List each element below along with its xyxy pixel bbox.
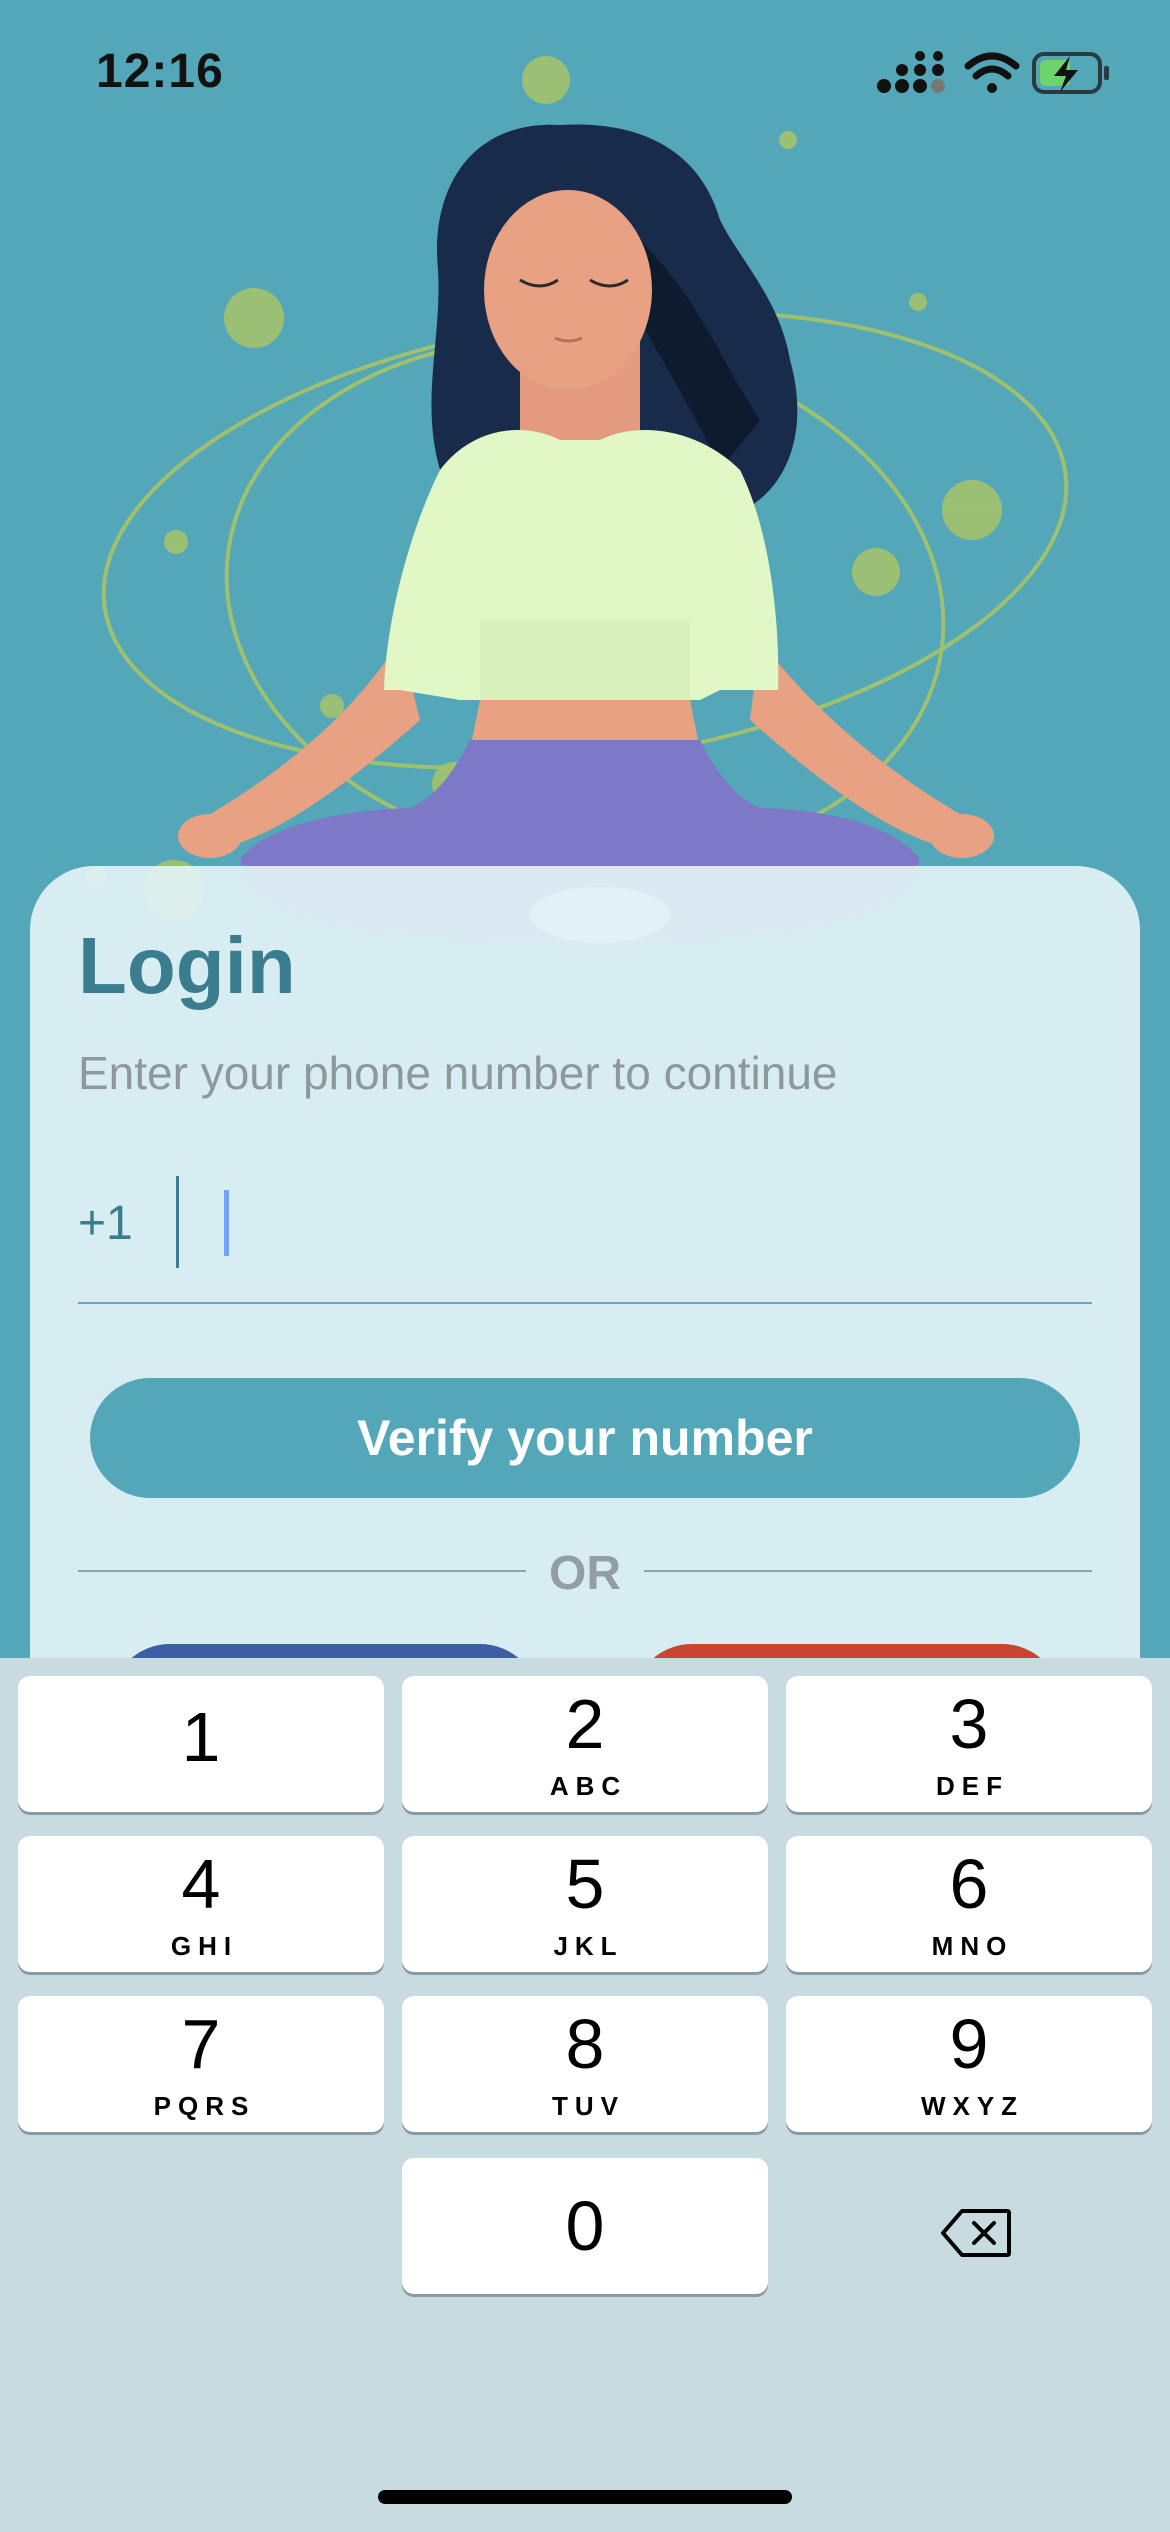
key-8[interactable]: 8 TUV bbox=[402, 1996, 768, 2132]
key-6[interactable]: 6 MNO bbox=[786, 1836, 1152, 1972]
face bbox=[484, 190, 652, 390]
key-letters: DEF bbox=[936, 1771, 1009, 1801]
key-digit: 3 bbox=[949, 1685, 989, 1763]
key-letters: ABC bbox=[549, 1771, 628, 1801]
key-letters: MNO bbox=[931, 1931, 1014, 1961]
country-code[interactable]: +1 bbox=[78, 1196, 133, 1251]
key-digit: 2 bbox=[565, 1685, 605, 1763]
key-digit: 6 bbox=[949, 1845, 989, 1923]
phone-input-underline bbox=[78, 1302, 1092, 1304]
key-letters: GHI bbox=[170, 1931, 239, 1961]
login-subtitle: Enter your phone number to continue bbox=[78, 1047, 838, 1099]
key-letters: WXYZ bbox=[920, 2091, 1025, 2121]
meditation-illustration bbox=[86, 56, 1069, 943]
or-divider-left bbox=[78, 1570, 526, 1572]
key-digit: 8 bbox=[565, 2005, 605, 2083]
or-separator: OR bbox=[549, 1547, 621, 1600]
country-code-divider bbox=[176, 1176, 179, 1268]
key-digit: 5 bbox=[565, 1845, 605, 1923]
numeric-keypad: 1 2 ABC 3 DEF 4 GHI 5 JKL 6 MNO 7 PQRS 8… bbox=[0, 1658, 1170, 2532]
key-letters: JKL bbox=[553, 1931, 624, 1961]
key-digit: 7 bbox=[181, 2005, 221, 2083]
key-letters: TUV bbox=[552, 2091, 625, 2121]
text-cursor bbox=[224, 1190, 229, 1256]
key-3[interactable]: 3 DEF bbox=[786, 1676, 1152, 1812]
key-7[interactable]: 7 PQRS bbox=[18, 1996, 384, 2132]
backspace-key[interactable] bbox=[906, 2188, 1046, 2278]
key-1[interactable]: 1 bbox=[18, 1676, 384, 1812]
key-digit: 1 bbox=[181, 1698, 221, 1776]
key-0[interactable]: 0 bbox=[402, 2158, 768, 2294]
key-digit: 4 bbox=[181, 1845, 221, 1923]
key-4[interactable]: 4 GHI bbox=[18, 1836, 384, 1972]
or-divider-right bbox=[644, 1570, 1092, 1572]
key-9[interactable]: 9 WXYZ bbox=[786, 1996, 1152, 2132]
login-title: Login bbox=[78, 921, 296, 1010]
backspace-icon bbox=[941, 2209, 1011, 2257]
verify-number-button[interactable]: Verify your number bbox=[90, 1378, 1080, 1498]
key-letters: PQRS bbox=[153, 2091, 256, 2121]
phone-input[interactable] bbox=[212, 1176, 1092, 1268]
key-digit: 0 bbox=[565, 2187, 605, 2265]
key-5[interactable]: 5 JKL bbox=[402, 1836, 768, 1972]
key-digit: 9 bbox=[949, 2005, 989, 2083]
home-indicator[interactable] bbox=[378, 2490, 792, 2504]
key-2[interactable]: 2 ABC bbox=[402, 1676, 768, 1812]
